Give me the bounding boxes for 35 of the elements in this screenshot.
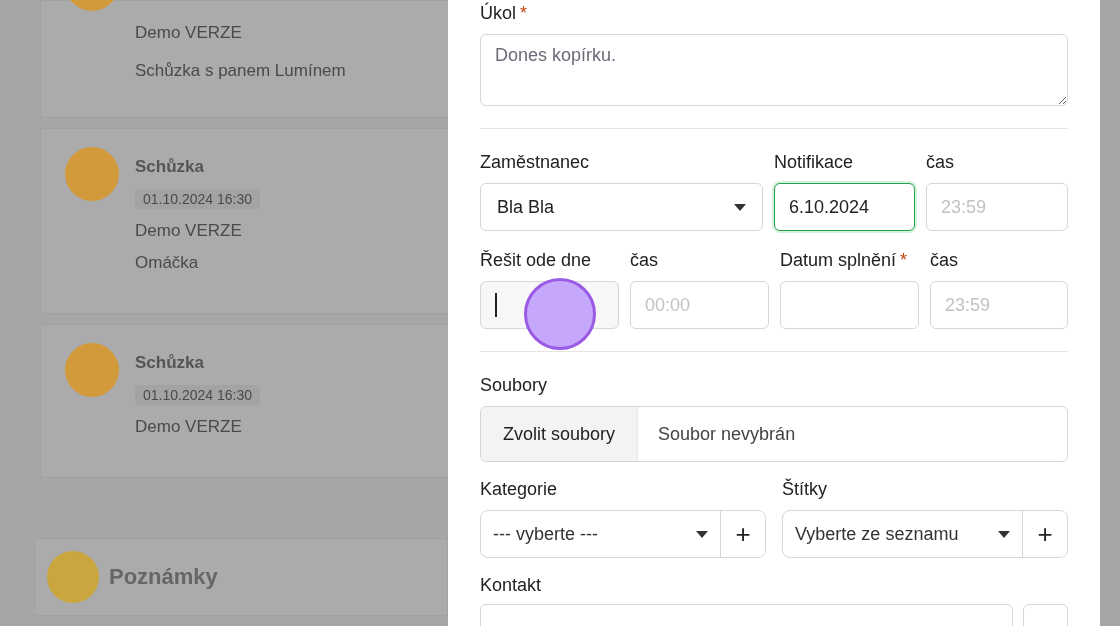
- field-label: Štítky: [782, 478, 828, 500]
- notification-date-field[interactable]: 6.10.2024: [774, 183, 915, 231]
- due-time-field[interactable]: 23:59: [930, 281, 1068, 329]
- field-label: Kategorie: [480, 478, 559, 500]
- event-text: Schůzka s panem Lumínem: [135, 61, 346, 81]
- select-field[interactable]: Vyberte ze seznamu: [783, 511, 1022, 557]
- event-title: Schůzka: [135, 157, 205, 177]
- start-time-field[interactable]: 00:00: [630, 281, 769, 329]
- field-label: čas: [930, 249, 959, 271]
- event-title: Schůzka: [135, 353, 205, 373]
- notes-title: Poznámky: [109, 564, 218, 590]
- field-label: Řešit ode dne: [480, 249, 593, 271]
- event-date: 01.10.2024 16:30: [135, 189, 260, 209]
- choose-files-button[interactable]: Zvolit soubory: [481, 407, 639, 461]
- field-label: Kontakt: [480, 574, 543, 596]
- add-button[interactable]: +: [720, 511, 765, 557]
- field-label: čas: [926, 151, 955, 173]
- event-text: Demo VERZE: [135, 23, 243, 43]
- event-text: Omáčka: [135, 253, 200, 273]
- field-label: Zaměstnanec: [480, 151, 591, 173]
- field-label: Datum splnění *: [780, 249, 909, 271]
- add-button[interactable]: +: [1022, 511, 1067, 557]
- select-field[interactable]: --- vyberte ---: [481, 511, 720, 557]
- event-date: 01.10.2024 16:30: [135, 385, 260, 405]
- task-field[interactable]: Dones kopírku.: [480, 34, 1068, 106]
- event-text: Demo VERZE: [135, 221, 243, 241]
- field-label: čas: [630, 249, 659, 271]
- event-text: Demo VERZE: [135, 417, 243, 437]
- file-status: Soubor nevybrán: [658, 423, 796, 445]
- employee-select[interactable]: Bla Bla: [480, 183, 763, 231]
- notification-time-field[interactable]: 23:59: [926, 183, 1068, 231]
- field-label: Notifikace: [774, 151, 855, 173]
- file-field[interactable]: Zvolit soubory Soubor nevybrán: [480, 406, 1068, 462]
- field-label: Úkol *: [480, 2, 529, 24]
- field-label: Soubory: [480, 374, 549, 396]
